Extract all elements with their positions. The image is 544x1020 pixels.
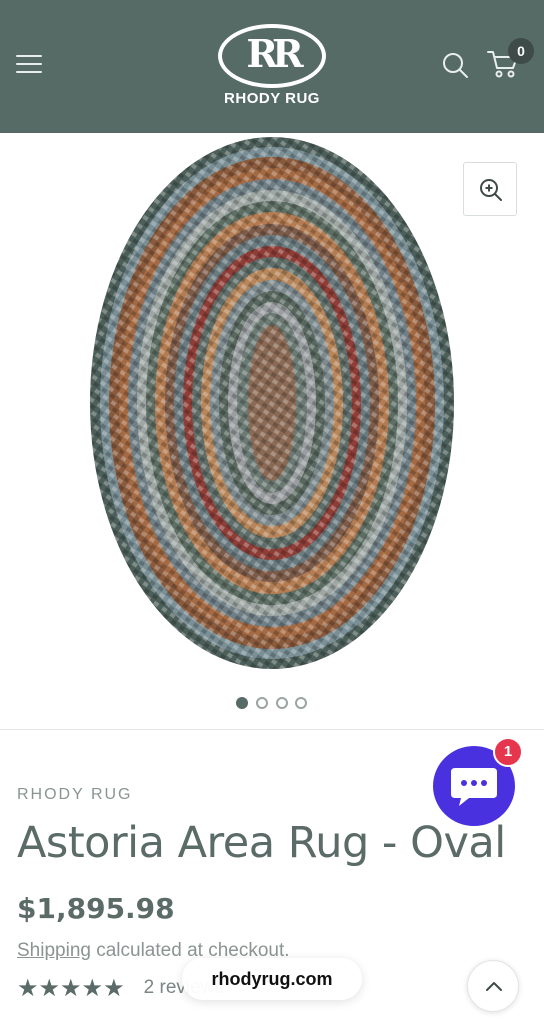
gallery-dot-2[interactable] — [256, 697, 268, 709]
chat-bubble-icon — [451, 768, 497, 806]
gallery-pagination — [236, 697, 310, 711]
shipping-link[interactable]: Shipping — [17, 940, 91, 961]
scroll-to-top-button[interactable] — [467, 960, 519, 1012]
product-image-braided-oval-rug[interactable] — [80, 133, 464, 681]
gallery-dot-4[interactable] — [295, 697, 307, 709]
gallery-dot-3[interactable] — [276, 697, 288, 709]
logo-monogram: RR — [246, 31, 303, 76]
product-vendor[interactable]: RHODY RUG — [17, 786, 133, 804]
zoom-button[interactable] — [463, 162, 517, 216]
site-logo[interactable]: RR RHODY RUG — [212, 22, 332, 114]
gallery-dot-1[interactable] — [236, 697, 248, 709]
product-title: Astoria Area Rug - Oval — [17, 818, 506, 868]
rating-stars: ★★★★★ — [17, 974, 125, 1002]
chevron-up-icon — [486, 982, 502, 991]
chat-notification-badge[interactable]: 1 — [493, 737, 523, 767]
product-price: $1,895.98 — [17, 892, 175, 925]
hamburger-menu-icon[interactable] — [16, 53, 42, 75]
site-header: RR RHODY RUG 0 — [0, 0, 544, 133]
cart-count-badge[interactable]: 0 — [508, 38, 534, 64]
search-icon[interactable] — [441, 51, 469, 79]
browser-url-bar[interactable]: rhodyrug.com — [182, 958, 362, 1000]
product-gallery[interactable] — [0, 133, 544, 730]
logo-text: RHODY RUG — [224, 90, 320, 107]
section-divider — [0, 729, 544, 730]
zoom-in-icon — [480, 179, 502, 201]
